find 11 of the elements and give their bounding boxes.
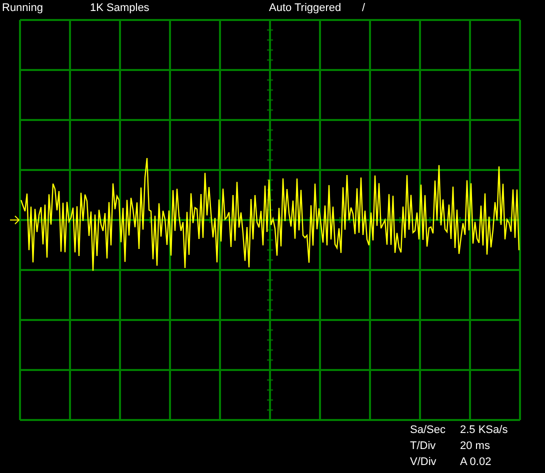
readout-value: 2.5 KSa/s xyxy=(460,424,509,437)
readout-label: T/Div xyxy=(410,440,437,453)
readout-value: 20 ms xyxy=(460,440,491,453)
readout-value: A 0.02 xyxy=(460,456,492,469)
ground-marker-icon xyxy=(10,216,20,224)
readout-label: Sa/Sec xyxy=(410,424,446,437)
sample-count-label: 1K Samples xyxy=(90,2,150,15)
trigger-mode-label: Auto Triggered xyxy=(269,2,342,15)
trigger-slope-label: / xyxy=(362,2,366,15)
run-state-label: Running xyxy=(2,2,43,15)
readout-label: V/Div xyxy=(410,456,438,469)
